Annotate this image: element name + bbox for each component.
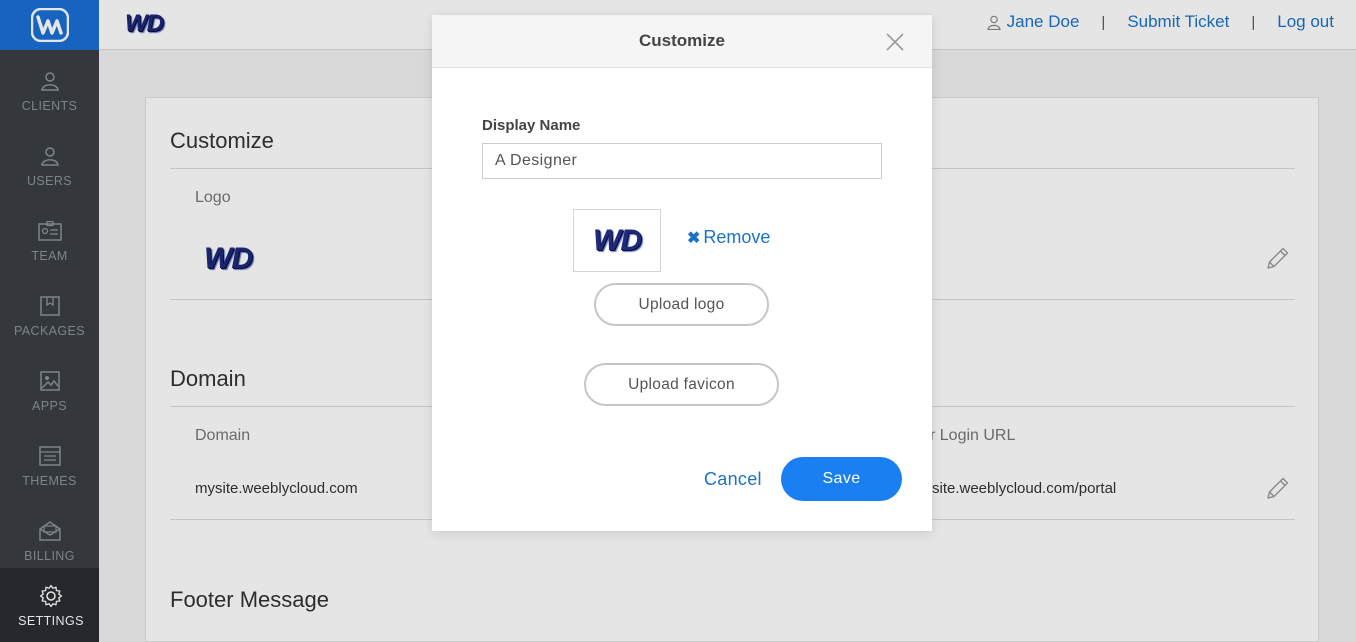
display-name-input[interactable] — [482, 143, 882, 179]
save-button[interactable]: Save — [781, 457, 902, 501]
upload-favicon-button[interactable]: Upload favicon — [584, 363, 779, 406]
customize-modal: Customize Display Name WD ✖ Remove Uploa… — [432, 15, 932, 531]
logo-preview: WD — [573, 209, 661, 272]
modal-title: Customize — [639, 31, 725, 50]
cancel-button[interactable]: Cancel — [704, 469, 762, 490]
remove-logo-link[interactable]: ✖ Remove — [687, 227, 770, 248]
display-name-label: Display Name — [482, 117, 581, 134]
modal-header: Customize — [432, 15, 932, 68]
remove-label: Remove — [703, 227, 771, 247]
close-icon[interactable] — [886, 33, 904, 51]
logo-preview-text: WD — [593, 223, 642, 257]
remove-icon: ✖ — [687, 229, 701, 247]
upload-logo-button[interactable]: Upload logo — [594, 283, 769, 326]
